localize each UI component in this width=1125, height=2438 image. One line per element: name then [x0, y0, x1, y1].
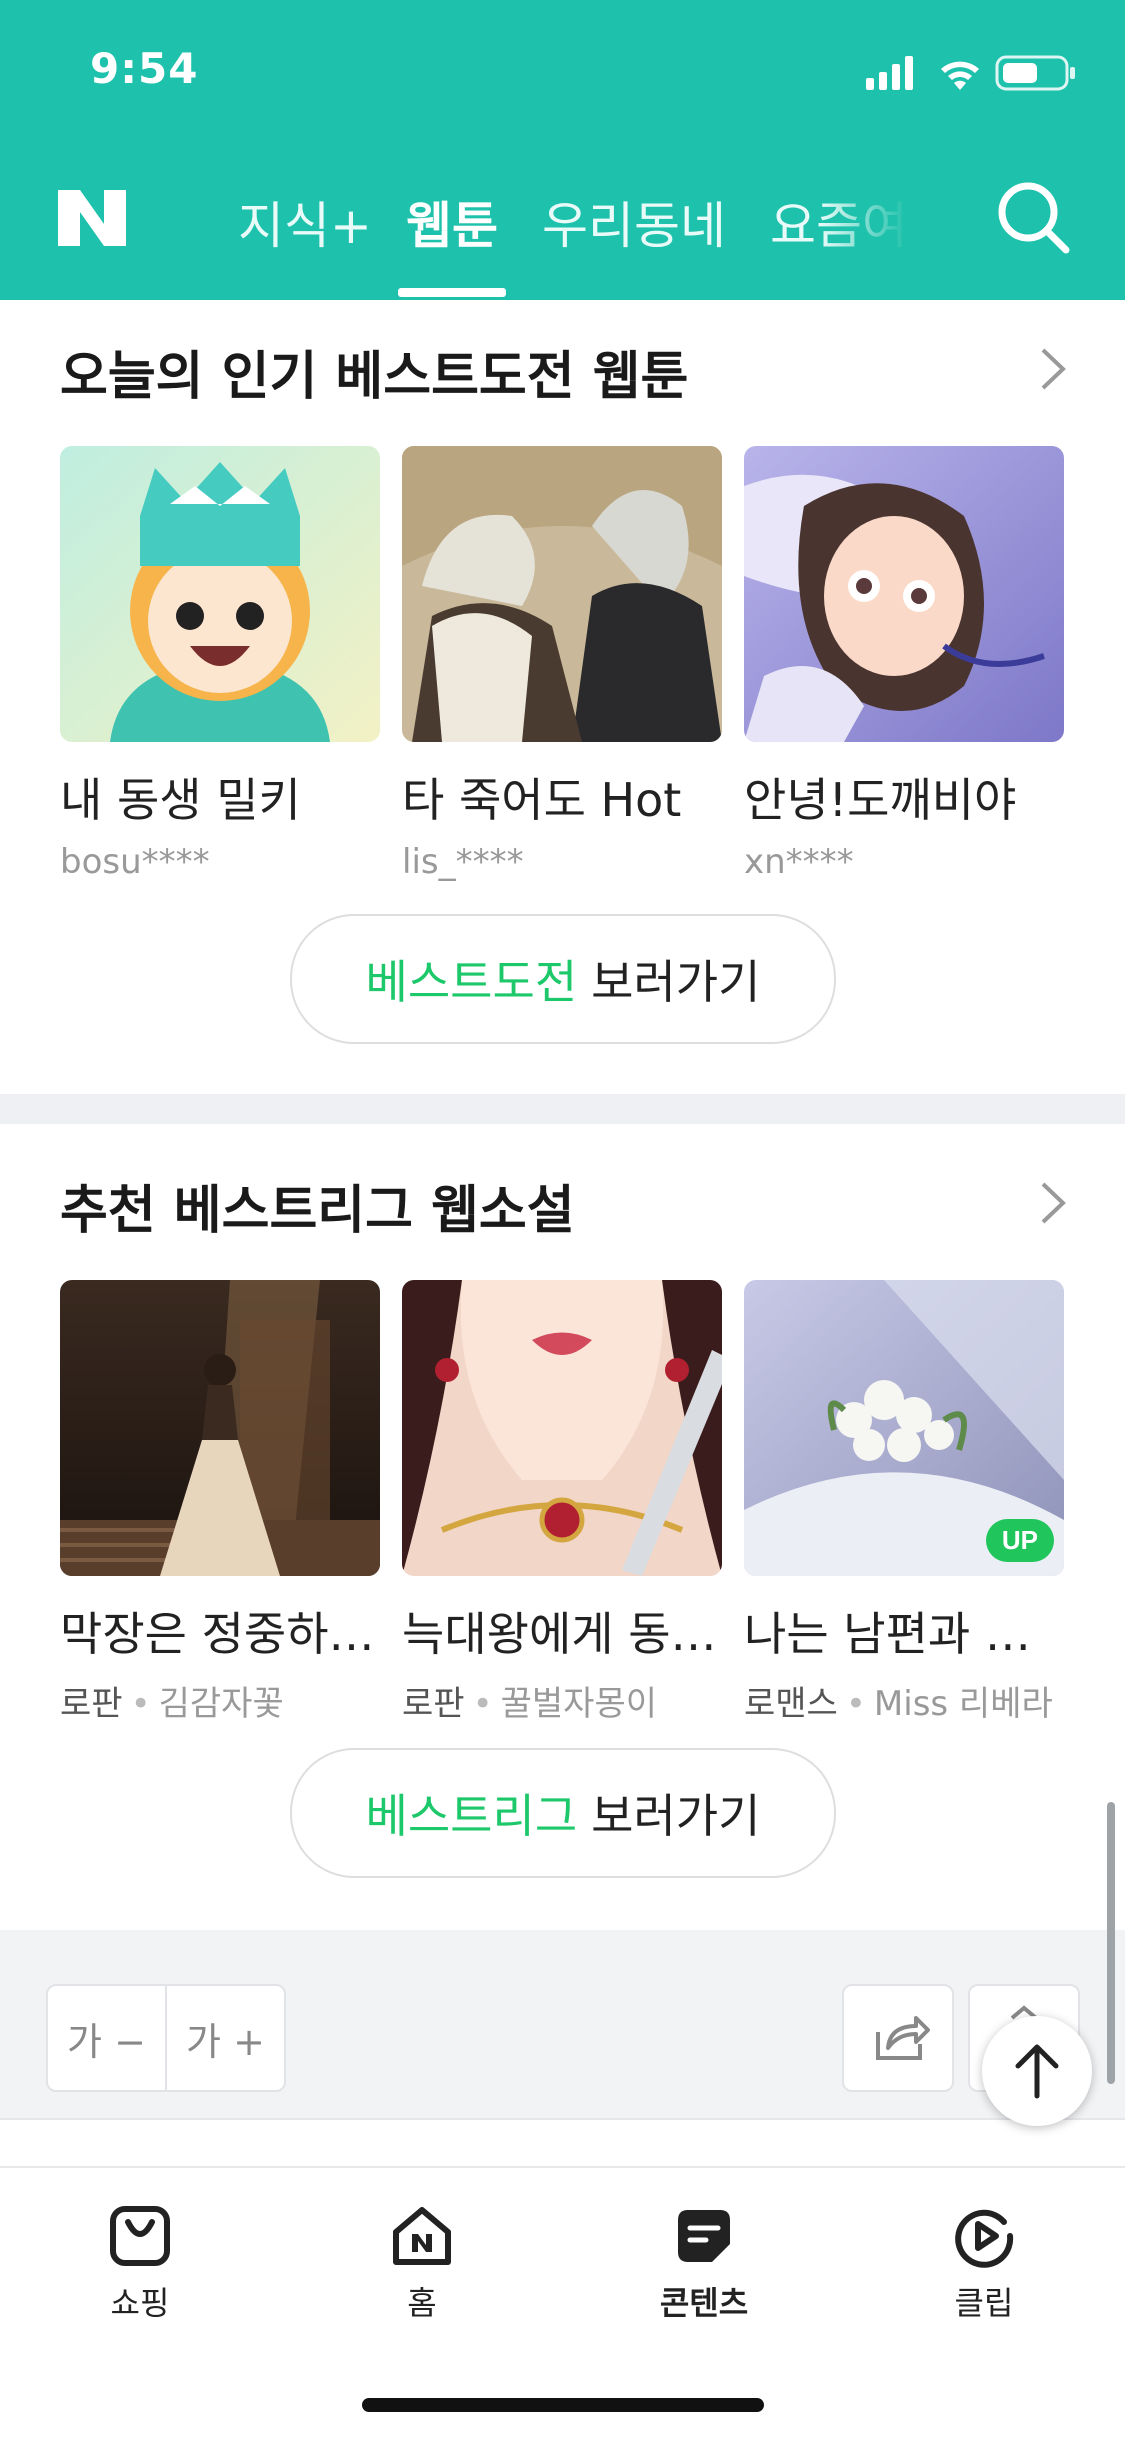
chevron-right-icon[interactable] — [1037, 1178, 1069, 1228]
novel-genre: 로판 — [60, 1684, 123, 1724]
webtoon-title: 안녕!도깨비야 — [744, 773, 1017, 827]
status-icons — [866, 55, 1075, 91]
wifi-icon — [941, 61, 979, 90]
share-button[interactable] — [842, 1984, 954, 2092]
novel-card[interactable]: 막장은 정중하게... 로판 • 김감자꽃 — [60, 1280, 380, 1725]
webtoon-thumbnail — [402, 446, 722, 742]
top-header: 9:54 지식+ 웹툰 우리동네 요즘여 — [0, 0, 1125, 300]
button-label: 보러가기 — [591, 1789, 761, 1843]
novel-section-title: 추천 베스트리그 웹소설 — [60, 1181, 575, 1241]
nav-label: 쇼핑 — [110, 2284, 170, 2322]
webtoon-title: 타 죽어도 Hot — [402, 773, 682, 827]
best-challenge-button[interactable]: 베스트도전 보러가기 — [290, 914, 836, 1044]
novel-meta: 로맨스 • Miss 리베라 — [744, 1684, 1053, 1724]
scroll-to-top-button[interactable] — [982, 2016, 1092, 2126]
novel-thumbnail: UP — [744, 1280, 1064, 1576]
novel-meta: 로판 • 꿀벌자몽이 — [402, 1684, 658, 1724]
novel-author: 김감자꽃 — [158, 1684, 284, 1724]
home-icon — [393, 2207, 451, 2265]
novel-title: 막장은 정중하게... — [60, 1607, 380, 1661]
arrow-up-icon — [1015, 2044, 1059, 2099]
nav-label: 클립 — [954, 2284, 1014, 2322]
webtoon-section-title: 오늘의 인기 베스트도전 웹툰 — [60, 347, 689, 407]
novel-meta: 로판 • 김감자꽃 — [60, 1684, 284, 1724]
webtoon-author: bosu**** — [60, 842, 210, 882]
nav-label: 홈 — [407, 2284, 437, 2322]
font-size-controls: 가 − 가 + — [46, 1984, 286, 2092]
scrollbar[interactable] — [1107, 1802, 1115, 2084]
button-highlight: 베스트도전 — [365, 955, 578, 1009]
nav-label: 콘텐츠 — [659, 2284, 749, 2322]
novel-genre: 로판 — [402, 1684, 465, 1724]
home-indicator — [362, 2398, 764, 2412]
button-label: 보러가기 — [591, 955, 761, 1009]
novel-author: 꿀벌자몽이 — [500, 1684, 658, 1724]
button-highlight: 베스트리그 — [365, 1789, 578, 1843]
font-decrease-button[interactable]: 가 − — [48, 1986, 165, 2090]
webtoon-thumbnail — [744, 446, 1064, 742]
font-increase-button[interactable]: 가 + — [165, 1986, 284, 2090]
clip-icon — [955, 2209, 1014, 2268]
active-tab-indicator — [398, 288, 506, 297]
webtoon-card[interactable]: 안녕!도깨비야 xn**** — [744, 446, 1064, 882]
nav-item-clip[interactable]: 클립 — [904, 2204, 1064, 2324]
tab-neighborhood[interactable]: 우리동네 — [542, 186, 726, 258]
tab-knowledge[interactable]: 지식+ — [238, 186, 372, 258]
novel-card[interactable]: UP 나는 남편과 아... 로맨스 • Miss 리베라 — [744, 1280, 1064, 1725]
best-league-button[interactable]: 베스트리그 보러가기 — [290, 1748, 836, 1878]
status-time: 9:54 — [90, 44, 199, 93]
webtoon-title: 내 동생 밀키 — [60, 773, 301, 827]
tab-webtoon[interactable]: 웹툰 — [406, 186, 498, 258]
nav-item-shopping[interactable]: 쇼핑 — [60, 2204, 220, 2324]
novel-card[interactable]: 늑대왕에게 동생... 로판 • 꿀벌자몽이 — [402, 1280, 722, 1725]
section-divider — [0, 1094, 1125, 1124]
webtoon-author: xn**** — [744, 842, 854, 882]
share-icon — [876, 2016, 930, 2060]
novel-title: 늑대왕에게 동생... — [402, 1607, 722, 1661]
naver-logo[interactable] — [58, 184, 126, 252]
webtoon-card[interactable]: 타 죽어도 Hot lis_**** — [402, 446, 722, 882]
chevron-right-icon[interactable] — [1037, 344, 1069, 394]
webtoon-author: lis_**** — [402, 842, 524, 882]
up-badge: UP — [985, 1519, 1054, 1562]
search-icon[interactable] — [994, 178, 1074, 258]
contents-icon — [678, 2210, 730, 2262]
webtoon-thumbnail — [60, 446, 380, 742]
novel-thumbnail — [60, 1280, 380, 1576]
tab-fade — [820, 180, 930, 260]
shopping-bag-icon — [110, 2206, 170, 2266]
tools-bar: 가 − 가 + — [0, 1930, 1125, 2120]
nav-item-home[interactable]: 홈 — [342, 2204, 502, 2324]
battery-icon — [995, 55, 1075, 91]
novel-title: 나는 남편과 아... — [744, 1607, 1064, 1661]
novel-genre: 로맨스 — [744, 1684, 838, 1724]
webtoon-card[interactable]: 내 동생 밀키 bosu**** — [60, 446, 380, 882]
signal-icon — [866, 56, 913, 90]
novel-thumbnail — [402, 1280, 722, 1576]
nav-item-contents[interactable]: 콘텐츠 — [624, 2204, 784, 2324]
novel-author: Miss 리베라 — [873, 1684, 1053, 1724]
